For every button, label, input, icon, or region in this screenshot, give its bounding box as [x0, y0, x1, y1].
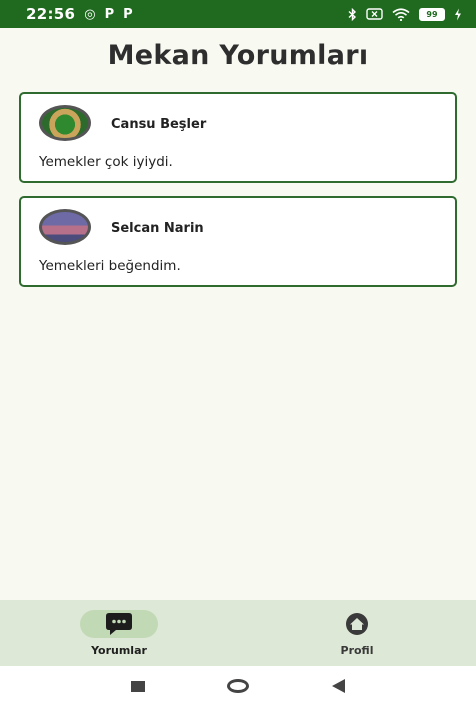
status-bar: 22:56 ◎ P P 99 [0, 0, 476, 28]
p-icon: P [123, 6, 133, 22]
reviewer-name: Selcan Narin [111, 221, 204, 236]
home-button[interactable] [227, 679, 250, 693]
bottom-navigation: Yorumlar Profil [0, 600, 476, 666]
status-time: 22:56 [26, 5, 76, 23]
back-button[interactable] [331, 679, 345, 693]
whatsapp-icon: ◎ [84, 6, 96, 22]
system-navigation-bar [0, 666, 476, 706]
app-screen: 22:56 ◎ P P 99 Mekan Yorumları Cansu Beş… [0, 0, 476, 706]
reviewer-name: Cansu Beşler [111, 117, 207, 132]
wifi-icon [392, 7, 410, 21]
bluetooth-icon [348, 7, 357, 21]
nav-label: Yorumlar [91, 644, 147, 657]
home-icon [346, 613, 368, 635]
nav-item-profil[interactable]: Profil [238, 600, 476, 666]
recent-apps-button[interactable] [131, 680, 146, 692]
nav-active-indicator [80, 610, 158, 638]
review-text: Yemekler çok iyiydi. [39, 154, 173, 170]
nav-label: Profil [340, 644, 374, 657]
status-bar-right: 99 [348, 7, 462, 21]
review-list: Cansu Beşler Yemekler çok iyiydi. Selcan… [19, 92, 457, 300]
avatar [39, 105, 91, 141]
review-card[interactable]: Selcan Narin Yemekleri beğendim. [19, 196, 457, 287]
review-text: Yemekleri beğendim. [39, 258, 181, 274]
sim-icon [366, 8, 383, 20]
avatar [39, 209, 91, 245]
chat-bubble-icon [106, 613, 132, 635]
battery-icon: 99 [419, 7, 445, 21]
review-card[interactable]: Cansu Beşler Yemekler çok iyiydi. [19, 92, 457, 183]
nav-item-yorumlar[interactable]: Yorumlar [0, 600, 238, 666]
page-title: Mekan Yorumları [107, 40, 369, 71]
p-icon: P [104, 6, 115, 22]
nav-icon-holder [318, 610, 396, 638]
status-bar-left: 22:56 ◎ P P [26, 5, 133, 23]
charging-icon [455, 8, 461, 20]
